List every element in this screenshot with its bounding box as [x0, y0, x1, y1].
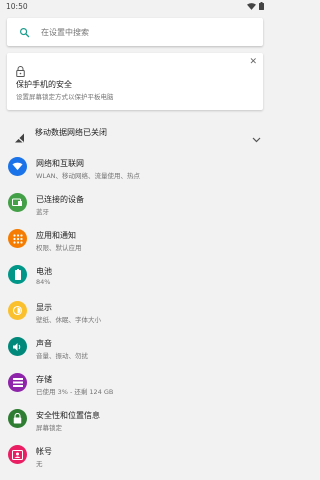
setting-network[interactable]: 网络和互联网 WLAN、移动网络、流量使用、热点: [0, 153, 270, 187]
brightness-icon: [8, 301, 27, 320]
setting-summary: 84%: [36, 278, 51, 286]
setting-summary: 蓝牙: [36, 208, 49, 216]
search-icon: [7, 27, 41, 38]
battery-icon: [8, 265, 27, 284]
lock-icon: [8, 409, 27, 428]
status-time: 10:50: [6, 1, 28, 11]
close-icon[interactable]: ✕: [249, 57, 257, 67]
battery-status-icon: [259, 2, 264, 10]
setting-summary: WLAN、移动网络、流量使用、热点: [36, 172, 141, 180]
condition-label: 移动数据网络已关闭: [35, 128, 107, 137]
setting-summary: 无: [36, 460, 43, 468]
status-icons: [247, 2, 264, 10]
apps-icon: [8, 229, 27, 248]
setting-label: 网络和互联网: [36, 159, 84, 168]
setting-summary: 已使用 3% - 还剩 124 GB: [36, 388, 114, 396]
status-bar: 10:50: [0, 0, 270, 12]
suggestion-title: 保护手机的安全: [16, 80, 72, 89]
chevron-down-icon[interactable]: [252, 128, 261, 147]
setting-label: 安全性和位置信息: [36, 411, 100, 420]
setting-summary: 壁纸、休眠、字体大小: [36, 316, 101, 324]
setting-label: 显示: [36, 303, 52, 312]
wifi-icon: [8, 157, 27, 176]
setting-label: 存储: [36, 375, 52, 384]
setting-summary: 音量、振动、勿扰: [36, 352, 88, 360]
search-placeholder: 在设置中搜索: [41, 27, 89, 37]
setting-connected-devices[interactable]: 已连接的设备 蓝牙: [0, 189, 270, 223]
storage-icon: [8, 373, 27, 392]
setting-account[interactable]: 帐号 无: [0, 441, 270, 475]
setting-display[interactable]: 显示 壁纸、休眠、字体大小: [0, 297, 270, 331]
search-bar[interactable]: 在设置中搜索: [7, 18, 263, 46]
setting-label: 帐号: [36, 447, 52, 456]
setting-label: 已连接的设备: [36, 195, 84, 204]
mobile-data-condition[interactable]: 移动数据网络已关闭: [0, 122, 270, 144]
mobile-data-off-icon: [14, 128, 25, 147]
setting-battery[interactable]: 电池 84%: [0, 261, 270, 295]
volume-icon: [8, 337, 27, 356]
devices-icon: [8, 193, 27, 212]
wifi-signal-icon: [247, 2, 256, 10]
suggestion-subtitle: 设置屏幕锁定方式以保护平板电脑: [16, 93, 114, 101]
setting-sound[interactable]: 声音 音量、振动、勿扰: [0, 333, 270, 367]
setting-label: 应用和通知: [36, 231, 76, 240]
setting-summary: 屏幕锁定: [36, 424, 62, 432]
setting-security[interactable]: 安全性和位置信息 屏幕锁定: [0, 405, 270, 439]
setting-label: 电池: [36, 267, 52, 276]
setting-storage[interactable]: 存储 已使用 3% - 还剩 124 GB: [0, 369, 270, 403]
setting-apps[interactable]: 应用和通知 权限、默认应用: [0, 225, 270, 259]
setting-summary: 权限、默认应用: [36, 244, 82, 252]
setting-label: 声音: [36, 339, 52, 348]
suggestion-card[interactable]: ✕ 保护手机的安全 设置屏幕锁定方式以保护平板电脑: [7, 53, 263, 110]
account-icon: [8, 445, 27, 464]
